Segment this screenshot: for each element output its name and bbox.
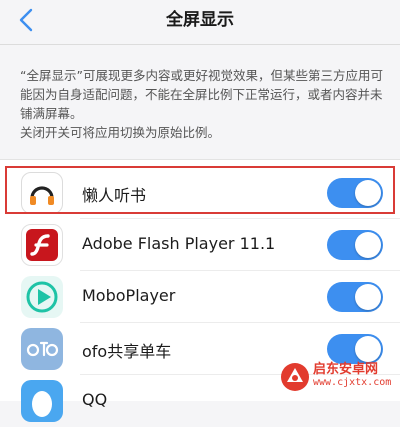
- app-name: 懒人听书: [82, 186, 147, 205]
- fullscreen-toggle[interactable]: [327, 282, 383, 312]
- watermark-text: 启东安卓网: [313, 362, 379, 377]
- toggle-knob: [355, 232, 381, 258]
- fullscreen-toggle[interactable]: [327, 178, 383, 208]
- header-divider: [0, 44, 400, 45]
- flash-icon: [21, 224, 63, 266]
- app-name: ofo共享单车: [82, 342, 172, 361]
- description-line-1: “全屏显示”可展现更多内容或更好视觉效果，但某些第三方应用可能因为自身适配问题，…: [20, 68, 383, 121]
- list-item-lanren: 懒人听书: [0, 167, 400, 219]
- ofo-icon: [21, 328, 63, 370]
- description-text: “全屏显示”可展现更多内容或更好视觉效果，但某些第三方应用可能因为自身适配问题，…: [20, 66, 386, 142]
- description-line-2: 关闭开关可将应用切换为原始比例。: [20, 125, 221, 140]
- nav-header: 全屏显示: [0, 0, 400, 44]
- list-item-flash: Adobe Flash Player 11.1: [0, 219, 400, 271]
- list-item-moboplayer: MoboPlayer: [0, 271, 400, 323]
- watermark-logo-icon: [281, 363, 309, 391]
- app-name: MoboPlayer: [82, 286, 176, 305]
- app-name: Adobe Flash Player 11.1: [82, 234, 276, 253]
- toggle-knob: [355, 180, 381, 206]
- watermark: 启东安卓网 www.cjxtx.com: [280, 360, 392, 394]
- toggle-knob: [355, 284, 381, 310]
- fullscreen-toggle[interactable]: [327, 230, 383, 260]
- qq-penguin-icon: [21, 380, 63, 422]
- headphones-icon: [21, 172, 63, 214]
- play-icon: [21, 276, 63, 318]
- toggle-knob: [355, 336, 381, 362]
- watermark-url: www.cjxtx.com: [313, 377, 392, 388]
- page-title: 全屏显示: [166, 10, 234, 30]
